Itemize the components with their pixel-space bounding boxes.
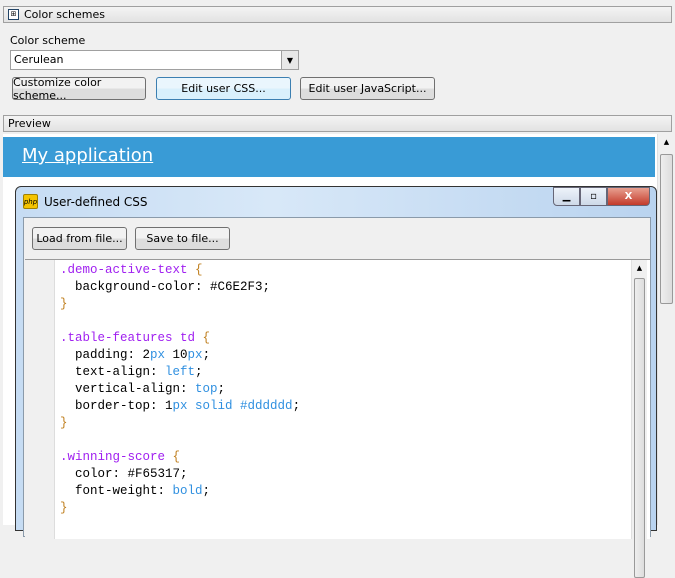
preview-header: Preview bbox=[3, 115, 672, 132]
scroll-thumb[interactable] bbox=[634, 278, 645, 578]
css-editor[interactable]: .demo-active-text { background-color: #C… bbox=[25, 259, 650, 578]
preview-title: Preview bbox=[8, 117, 51, 130]
dialog-title: User-defined CSS bbox=[44, 195, 148, 209]
panel-title: Color schemes bbox=[24, 8, 105, 21]
code-token-val: top bbox=[195, 382, 218, 396]
code-token-plain: ; bbox=[217, 382, 226, 396]
code-line: background-color: #C6E2F3; bbox=[60, 279, 300, 296]
dialog-client: Load from file... Save to file... .demo-… bbox=[23, 217, 651, 578]
code-token-val: bold bbox=[172, 484, 203, 498]
app-title-link[interactable]: My application bbox=[22, 145, 153, 166]
code-token-plain: ; bbox=[202, 484, 211, 498]
code-line: font-weight: bold; bbox=[60, 483, 300, 500]
code-line: .demo-active-text { bbox=[60, 262, 300, 279]
code-line: } bbox=[60, 500, 300, 517]
code-token-sel: .winning-score bbox=[60, 450, 173, 464]
code-token-plain: ; bbox=[195, 365, 203, 379]
code-token-plain: text-align: bbox=[60, 365, 166, 379]
minimize-icon[interactable]: ▁ bbox=[553, 187, 580, 206]
code-token-plain: font-weight: bbox=[60, 484, 173, 498]
code-token-plain: ; bbox=[292, 399, 301, 413]
scroll-up-icon[interactable]: ▲ bbox=[632, 264, 647, 272]
code-line: vertical-align: top; bbox=[60, 381, 300, 398]
code-token-plain: border-top: 1 bbox=[60, 399, 173, 413]
color-scheme-select[interactable]: Cerulean ▼ bbox=[10, 50, 299, 70]
code-line: color: #F65317; bbox=[60, 466, 300, 483]
code-token-sel: .demo-active-text bbox=[60, 263, 196, 277]
code-line: } bbox=[60, 296, 300, 313]
code-token-br: { bbox=[202, 331, 211, 345]
color-scheme-label: Color scheme bbox=[10, 34, 86, 47]
line-gutter bbox=[25, 260, 55, 539]
code-token-val: px bbox=[187, 348, 203, 362]
code-token-val: left bbox=[165, 365, 196, 379]
panel-icon: ⊞ bbox=[8, 9, 19, 20]
scroll-thumb[interactable] bbox=[660, 154, 673, 304]
preview-scrollbar[interactable]: ▲ bbox=[657, 134, 675, 525]
code-token-plain: background-color: #C6E2F3; bbox=[60, 280, 271, 294]
code-token-br: } bbox=[60, 501, 68, 515]
close-icon[interactable]: X bbox=[607, 187, 650, 206]
code-token-br: { bbox=[172, 450, 181, 464]
code-content[interactable]: .demo-active-text { background-color: #C… bbox=[60, 262, 300, 517]
code-line: .table-features td { bbox=[60, 330, 300, 347]
php-icon: php bbox=[23, 194, 38, 209]
code-token-br: } bbox=[60, 416, 68, 430]
code-token-plain: padding: 2 bbox=[60, 348, 151, 362]
maximize-icon[interactable]: ▫ bbox=[580, 187, 607, 206]
code-line: } bbox=[60, 415, 300, 432]
user-css-dialog: php User-defined CSS ▁ ▫ X Load from fil… bbox=[15, 186, 657, 578]
app-banner: My application bbox=[3, 137, 655, 177]
code-token-plain: 10 bbox=[172, 348, 188, 362]
customize-color-scheme-button[interactable]: Customize color scheme... bbox=[12, 76, 146, 102]
code-line: padding: 2px 10px; bbox=[60, 347, 300, 364]
code-token-br: { bbox=[195, 263, 203, 277]
code-line: .winning-score { bbox=[60, 449, 300, 466]
code-line: text-align: left; bbox=[60, 364, 300, 381]
color-schemes-header: ⊞ Color schemes bbox=[3, 6, 672, 23]
code-token-plain: color: #F65317; bbox=[60, 467, 188, 481]
code-token-val: px bbox=[150, 348, 173, 362]
load-from-file-button[interactable]: Load from file... bbox=[32, 227, 127, 250]
edit-user-javascript-button[interactable]: Edit user JavaScript... bbox=[300, 77, 435, 100]
code-token-br: } bbox=[60, 297, 68, 311]
save-to-file-button[interactable]: Save to file... bbox=[135, 227, 230, 250]
edit-user-css-button[interactable]: Edit user CSS... bbox=[156, 77, 291, 100]
code-token-val: px solid #dddddd bbox=[172, 399, 293, 413]
editor-scrollbar[interactable]: ▲ bbox=[631, 260, 647, 578]
code-token-sel: .table-features td bbox=[60, 331, 203, 345]
scroll-up-icon[interactable]: ▲ bbox=[658, 138, 675, 146]
chevron-down-icon[interactable]: ▼ bbox=[281, 51, 298, 69]
selected-scheme: Cerulean bbox=[14, 53, 64, 66]
code-token-plain: vertical-align: bbox=[60, 382, 196, 396]
code-line: border-top: 1px solid #dddddd; bbox=[60, 398, 300, 415]
code-token-plain: ; bbox=[202, 348, 211, 362]
